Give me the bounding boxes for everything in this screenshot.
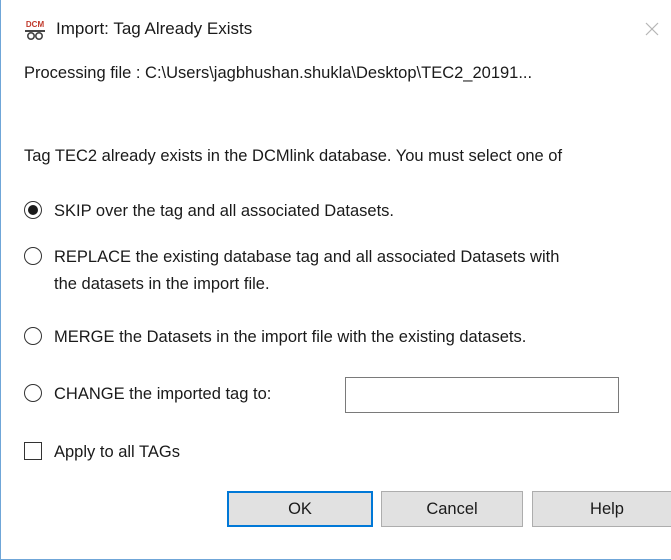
replace-label-line1: REPLACE the existing database tag and al…	[54, 248, 560, 266]
replace-label-line2: the datasets in the import file.	[54, 275, 270, 293]
merge-radio[interactable]	[24, 327, 42, 345]
skip-radio[interactable]	[24, 201, 42, 219]
replace-radio[interactable]	[24, 247, 42, 265]
dcm-app-icon: DCM	[24, 19, 46, 41]
apply-all-checkbox[interactable]	[24, 442, 42, 460]
svg-text:DCM: DCM	[26, 20, 45, 29]
skip-label: SKIP over the tag and all associated Dat…	[54, 202, 394, 220]
merge-option[interactable]: MERGE the Datasets in the import file wi…	[24, 325, 634, 349]
help-button[interactable]: Help	[532, 491, 671, 527]
change-label: CHANGE the imported tag to:	[54, 385, 272, 403]
new-tag-input[interactable]	[345, 377, 619, 413]
apply-all-label: Apply to all TAGs	[54, 443, 180, 461]
cancel-button[interactable]: Cancel	[381, 491, 523, 527]
change-radio[interactable]	[24, 384, 42, 402]
replace-option[interactable]: REPLACE the existing database tag and al…	[24, 245, 664, 297]
close-icon[interactable]	[637, 14, 667, 44]
processing-file-text: Processing file : C:\Users\jagbhushan.sh…	[24, 64, 533, 82]
skip-option[interactable]: SKIP over the tag and all associated Dat…	[24, 199, 504, 223]
tag-exists-message: Tag TEC2 already exists in the DCMlink d…	[24, 147, 563, 165]
import-tag-dialog: DCM Import: Tag Already Exists Processin…	[0, 0, 671, 560]
window-title: Import: Tag Already Exists	[56, 19, 253, 38]
change-option[interactable]: CHANGE the imported tag to:	[24, 382, 334, 406]
title-bar: DCM Import: Tag Already Exists	[1, 0, 671, 58]
apply-all-option[interactable]: Apply to all TAGs	[24, 440, 224, 464]
merge-label: MERGE the Datasets in the import file wi…	[54, 328, 527, 346]
ok-button[interactable]: OK	[227, 491, 373, 527]
